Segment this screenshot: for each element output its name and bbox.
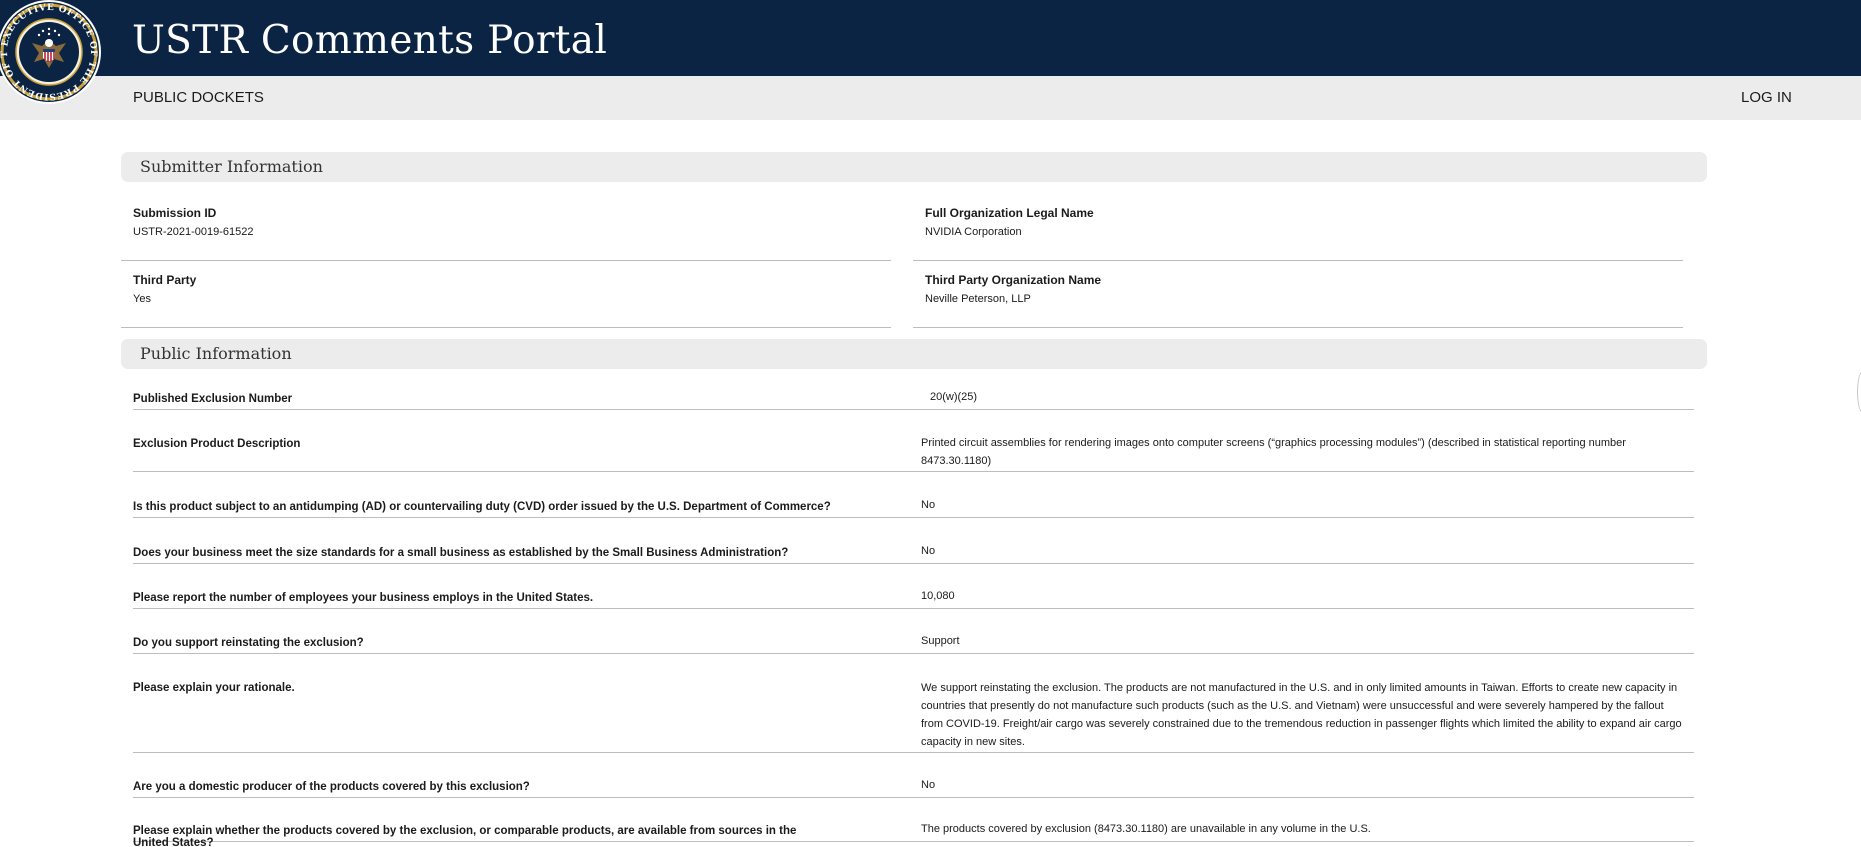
site-title: USTR Comments Portal [132,18,608,63]
answer-value: No [921,545,936,557]
qa-row: Published Exclusion Number 20(w)(25) [133,390,1694,410]
answer-value: Printed circuit assemblies for rendering… [921,437,1626,467]
submitter-info-title: Submitter Information [140,157,323,176]
submitter-info-header: Submitter Information [121,152,1707,182]
question-label: Please explain your rationale. [133,682,295,694]
third-party-org-field: Third Party Organization Name Neville Pe… [913,273,1683,328]
third-party-org-label: Third Party Organization Name [925,273,1102,287]
question-label: Published Exclusion Number [133,393,293,405]
question-label: Do you support reinstating the exclusion… [133,637,364,649]
question-label: Is this product subject to an antidumpin… [133,501,831,513]
public-info-title: Public Information [140,344,292,363]
qa-row: Please report the number of employees yo… [133,589,1694,609]
question-label: Exclusion Product Description [133,438,301,450]
third-party-org-value: Neville Peterson, LLP [925,293,1031,305]
public-dockets-link[interactable]: PUBLIC DOCKETS [133,89,264,106]
presidential-seal-logo[interactable]: EXECUTIVE OFFICE OF THE PRESIDENT OF THE… [0,0,102,108]
login-link[interactable]: LOG IN [1741,89,1792,106]
answer-value: No [921,499,936,511]
qa-row: Is this product subject to an antidumpin… [133,497,1694,518]
question-label: Does your business meet the size standar… [133,547,789,559]
site-header: USTR Comments Portal [0,0,1861,76]
org-name-label: Full Organization Legal Name [925,206,1094,220]
qa-row: Please explain your rationale. We suppor… [133,679,1694,753]
scroll-edge-indicator [1857,372,1861,412]
question-label: Please explain whether the products cove… [133,825,797,847]
submission-id-value: USTR-2021-0019-61522 [133,226,254,238]
nav-bar: PUBLIC DOCKETS LOG IN [0,76,1861,120]
qa-row: Are you a domestic producer of the produ… [133,778,1694,798]
question-label: Please report the number of employees yo… [133,592,594,604]
answer-value: The products covered by exclusion (8473.… [921,823,1371,835]
answer-value: No [921,779,936,791]
question-label: Are you a domestic producer of the produ… [133,781,530,793]
public-info-header: Public Information [121,339,1707,369]
qa-row: Please explain whether the products cove… [133,822,1694,847]
answer-value: 10,080 [921,590,955,602]
org-name-field: Full Organization Legal Name NVIDIA Corp… [913,206,1683,261]
third-party-label: Third Party [133,273,197,287]
org-name-value: NVIDIA Corporation [925,226,1022,238]
qa-row: Does your business meet the size standar… [133,543,1694,564]
qa-row: Do you support reinstating the exclusion… [133,634,1694,654]
third-party-value: Yes [133,293,151,305]
answer-value: We support reinstating the exclusion. Th… [921,682,1682,748]
submission-id-field: Submission ID USTR-2021-0019-61522 [121,206,891,261]
third-party-field: Third Party Yes [121,273,891,328]
submission-id-label: Submission ID [133,206,217,220]
answer-value: 20(w)(25) [930,391,978,403]
answer-value: Support [921,635,960,647]
qa-row: Exclusion Product Description Printed ci… [133,434,1694,472]
